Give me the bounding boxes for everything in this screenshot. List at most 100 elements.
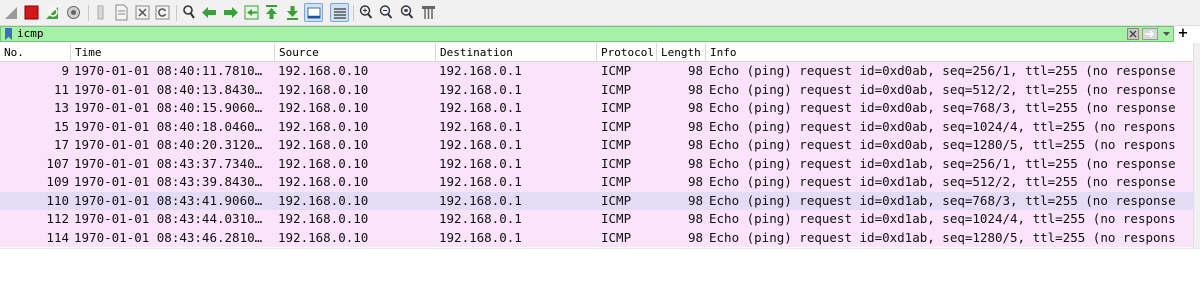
go-to-packet-icon[interactable] [242, 3, 261, 22]
table-row[interactable]: 11 1970-01-01 08:40:13.8430… 192.168.0.1… [0, 80, 1193, 99]
table-row[interactable]: 17 1970-01-01 08:40:20.3120… 192.168.0.1… [0, 136, 1193, 155]
table-row[interactable]: 114 1970-01-01 08:43:46.2810… 192.168.0.… [0, 228, 1193, 247]
cell-time: 1970-01-01 08:40:20.3120… [74, 137, 263, 152]
cell-destination: 192.168.0.1 [439, 137, 522, 152]
open-file-icon[interactable] [92, 3, 111, 22]
cell-protocol: ICMP [601, 81, 632, 97]
toolbar-separator [353, 5, 354, 21]
go-forward-icon[interactable] [221, 3, 240, 22]
chevron-down-icon[interactable] [1161, 28, 1172, 40]
cell-time: 1970-01-01 08:43:37.7340… [74, 155, 263, 171]
zoom-out-icon[interactable] [377, 3, 396, 22]
packet-list: 9 1970-01-01 08:40:11.7810… 192.168.0.10… [0, 62, 1193, 248]
restart-icon[interactable] [43, 3, 62, 22]
cell-no: 110 [46, 192, 69, 208]
cell-no: 112 [46, 211, 69, 226]
autoscroll-icon[interactable] [304, 3, 323, 22]
cell-source: 192.168.0.10 [278, 174, 369, 189]
save-file-icon[interactable] [112, 3, 131, 22]
cell-info: Echo (ping) request id=0xd0ab, seq=1280/… [709, 137, 1176, 152]
display-filter-field[interactable] [0, 26, 1174, 42]
vertical-scrollbar[interactable] [1193, 43, 1200, 248]
clear-filter-icon[interactable] [1127, 28, 1139, 40]
cell-info: Echo (ping) request id=0xd1ab, seq=1024/… [709, 211, 1176, 226]
cell-time: 1970-01-01 08:40:15.9060… [74, 100, 263, 115]
zoom-in-icon[interactable] [357, 3, 376, 22]
add-filter-button[interactable]: + [1176, 26, 1190, 42]
cell-protocol: ICMP [601, 229, 632, 245]
go-back-icon[interactable] [200, 3, 219, 22]
cell-info: Echo (ping) request id=0xd1ab, seq=1280/… [709, 229, 1176, 245]
apply-filter-icon[interactable] [1142, 28, 1158, 40]
table-row[interactable]: 107 1970-01-01 08:43:37.7340… 192.168.0.… [0, 154, 1193, 173]
cell-source: 192.168.0.10 [278, 137, 369, 152]
cell-no: 109 [46, 174, 69, 189]
cell-no: 114 [46, 229, 69, 245]
table-row[interactable]: 9 1970-01-01 08:40:11.7810… 192.168.0.10… [0, 62, 1193, 81]
display-filter-input[interactable] [17, 27, 1117, 41]
table-row[interactable]: 112 1970-01-01 08:43:44.0310… 192.168.0.… [0, 210, 1193, 229]
column-header-info[interactable]: Info [706, 43, 1193, 62]
cell-length: 98 [687, 81, 703, 97]
column-header-source[interactable]: Source [275, 43, 436, 62]
column-header-length[interactable]: Length [657, 43, 706, 62]
cell-time: 1970-01-01 08:43:39.8430… [74, 174, 263, 189]
resize-columns-icon[interactable] [419, 3, 438, 22]
column-header-protocol[interactable]: Protocol [597, 43, 657, 62]
normal-size-icon[interactable] [398, 3, 417, 22]
column-header-time[interactable]: Time [71, 43, 275, 62]
cell-no: 11 [53, 81, 69, 97]
cell-info: Echo (ping) request id=0xd1ab, seq=512/2… [709, 174, 1176, 189]
toolbar-separator [88, 5, 89, 21]
cell-no: 9 [61, 63, 69, 78]
column-header-no[interactable]: No. [0, 43, 71, 62]
cell-destination: 192.168.0.1 [439, 174, 522, 189]
shark-fin-icon[interactable] [2, 3, 21, 22]
cell-source: 192.168.0.10 [278, 81, 369, 97]
options-icon[interactable] [64, 3, 83, 22]
first-packet-icon[interactable] [262, 3, 281, 22]
packet-list-header: No. Time Source Destination Protocol Len… [0, 43, 1200, 62]
cell-length: 98 [687, 211, 703, 226]
last-packet-icon[interactable] [283, 3, 302, 22]
main-toolbar [0, 0, 1200, 26]
cell-info: Echo (ping) request id=0xd0ab, seq=256/1… [709, 63, 1176, 78]
cell-no: 15 [53, 118, 69, 134]
cell-length: 98 [687, 174, 703, 189]
toolbar-separator [176, 5, 177, 21]
cell-protocol: ICMP [601, 118, 632, 134]
table-row[interactable]: 109 1970-01-01 08:43:39.8430… 192.168.0.… [0, 173, 1193, 192]
cell-protocol: ICMP [601, 100, 632, 115]
close-file-icon[interactable] [133, 3, 152, 22]
stop-icon[interactable] [22, 3, 41, 22]
reload-icon[interactable] [153, 3, 172, 22]
cell-time: 1970-01-01 08:40:18.0460… [74, 118, 263, 134]
cell-source: 192.168.0.10 [278, 118, 369, 134]
table-row[interactable]: 13 1970-01-01 08:40:15.9060… 192.168.0.1… [0, 99, 1193, 118]
cell-time: 1970-01-01 08:43:44.0310… [74, 211, 263, 226]
cell-destination: 192.168.0.1 [439, 81, 522, 97]
cell-destination: 192.168.0.1 [439, 63, 522, 78]
cell-source: 192.168.0.10 [278, 229, 369, 245]
cell-length: 98 [687, 192, 703, 208]
bookmark-icon[interactable] [4, 28, 13, 40]
cell-length: 98 [687, 118, 703, 134]
cell-destination: 192.168.0.1 [439, 155, 522, 171]
cell-protocol: ICMP [601, 155, 632, 171]
cell-info: Echo (ping) request id=0xd1ab, seq=768/3… [709, 192, 1176, 208]
cell-no: 107 [46, 155, 69, 171]
cell-no: 17 [53, 137, 69, 152]
find-icon[interactable] [180, 3, 199, 22]
display-filter-bar: + [0, 26, 1200, 42]
cell-no: 13 [53, 100, 69, 115]
cell-protocol: ICMP [601, 211, 632, 226]
pane-divider[interactable] [0, 248, 1200, 249]
colorize-icon[interactable] [330, 3, 349, 22]
cell-source: 192.168.0.10 [278, 100, 369, 115]
cell-destination: 192.168.0.1 [439, 211, 522, 226]
cell-length: 98 [687, 155, 703, 171]
table-row-selected[interactable]: 110 1970-01-01 08:43:41.9060… 192.168.0.… [0, 191, 1193, 210]
cell-source: 192.168.0.10 [278, 63, 369, 78]
column-header-destination[interactable]: Destination [436, 43, 597, 62]
table-row[interactable]: 15 1970-01-01 08:40:18.0460… 192.168.0.1… [0, 117, 1193, 136]
